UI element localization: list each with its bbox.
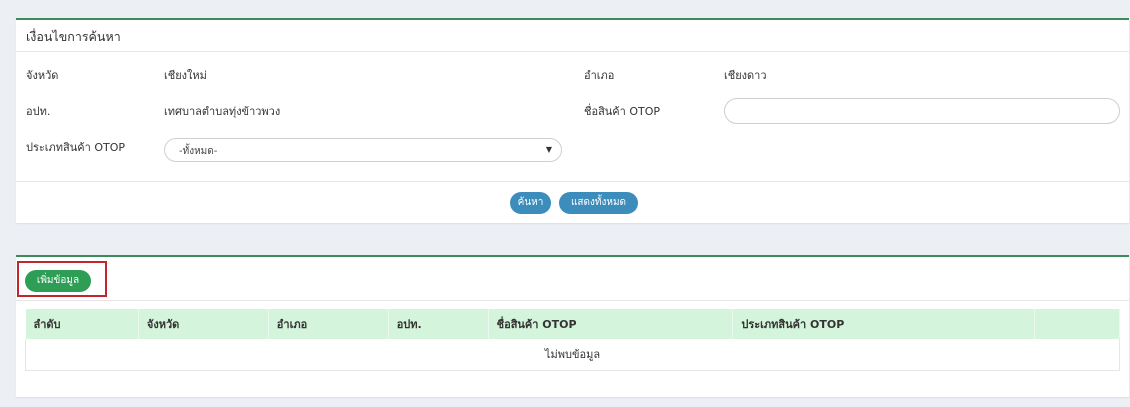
add-data-button[interactable]: เพิ่มข้อมูล bbox=[25, 270, 91, 292]
product-name-input[interactable] bbox=[724, 98, 1120, 124]
column-header-province[interactable]: จังหวัด bbox=[138, 309, 269, 339]
column-header-actions bbox=[1034, 309, 1120, 339]
caret-down-icon: ▼ bbox=[545, 145, 552, 154]
column-header-index[interactable]: ลำดับ bbox=[25, 309, 139, 339]
product-type-selected: -ทั้งหมด- bbox=[179, 146, 218, 157]
district-label: อำเภอ bbox=[584, 69, 615, 82]
column-header-product-name[interactable]: ชื่อสินค้า OTOP bbox=[488, 309, 734, 339]
product-type-label: ประเภทสินค้า OTOP bbox=[26, 141, 125, 154]
search-panel-title: เงื่อนไขการค้นหา bbox=[16, 20, 1129, 52]
district-value: เชียงดาว bbox=[724, 69, 767, 82]
results-panel: เพิ่มข้อมูล ลำดับ จังหวัด อำเภอ อปท. ชื่… bbox=[16, 255, 1129, 397]
province-value: เชียงใหม่ bbox=[164, 69, 207, 82]
panel-divider bbox=[16, 181, 1129, 182]
table-row: ไม่พบข้อมูล bbox=[25, 339, 1120, 371]
results-divider bbox=[16, 300, 1129, 301]
lao-value: เทศบาลตำบลทุ่งข้าวพวง bbox=[164, 105, 281, 118]
empty-message: ไม่พบข้อมูล bbox=[25, 339, 1120, 371]
search-button[interactable]: ค้นหา bbox=[510, 192, 551, 214]
search-panel: เงื่อนไขการค้นหา จังหวัด เชียงใหม่ อำเภอ… bbox=[16, 18, 1129, 223]
province-label: จังหวัด bbox=[26, 69, 59, 82]
table-header-row: ลำดับ จังหวัด อำเภอ อปท. ชื่อสินค้า OTOP… bbox=[25, 309, 1120, 339]
column-header-district[interactable]: อำเภอ bbox=[268, 309, 389, 339]
column-header-lao[interactable]: อปท. bbox=[388, 309, 489, 339]
product-name-label: ชื่อสินค้า OTOP bbox=[584, 105, 661, 118]
lao-label: อปท. bbox=[26, 105, 51, 118]
results-table: ลำดับ จังหวัด อำเภอ อปท. ชื่อสินค้า OTOP… bbox=[25, 309, 1120, 371]
add-button-highlight: เพิ่มข้อมูล bbox=[17, 261, 107, 297]
product-type-select[interactable]: -ทั้งหมด- ▼ bbox=[164, 138, 562, 162]
show-all-button[interactable]: แสดงทั้งหมด bbox=[559, 192, 638, 214]
column-header-product-type[interactable]: ประเภทสินค้า OTOP bbox=[732, 309, 1036, 339]
